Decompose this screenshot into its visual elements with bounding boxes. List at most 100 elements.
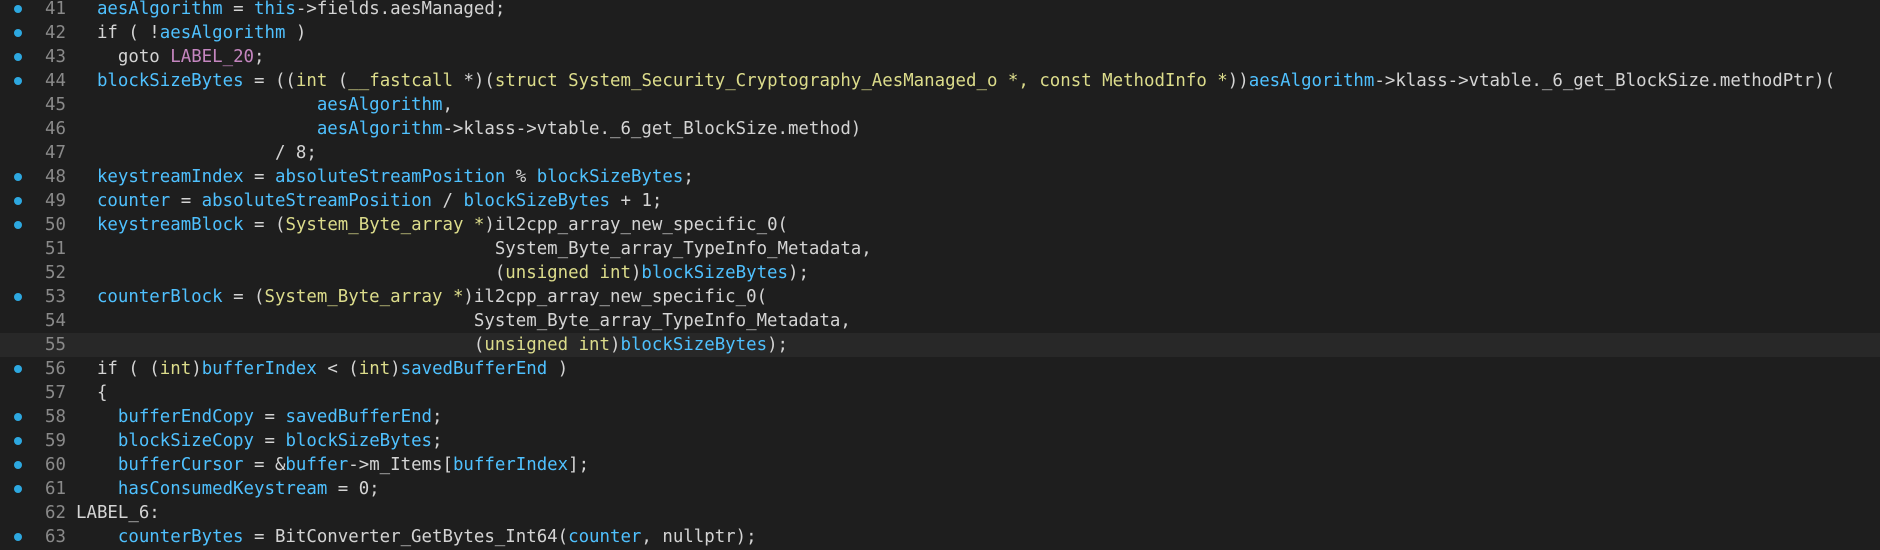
breakpoint-dot-icon[interactable] [14,461,22,469]
line-gutter[interactable]: 62 [0,501,70,525]
line-gutter[interactable]: 56 [0,357,70,381]
line-gutter[interactable]: 53 [0,285,70,309]
line-gutter[interactable]: 48 [0,165,70,189]
code-text[interactable]: goto LABEL_20; [76,45,265,69]
code-text[interactable]: if ( !aesAlgorithm ) [76,21,306,45]
code-token-var[interactable]: aesAlgorithm [317,119,443,139]
code-line[interactable]: 53 counterBlock = (System_Byte_array *)i… [0,285,1880,309]
code-token-label[interactable]: LABEL_20 [170,47,254,67]
line-gutter[interactable]: 59 [0,429,70,453]
line-gutter[interactable]: 51 [0,237,70,261]
code-line[interactable]: 45 aesAlgorithm, [0,93,1880,117]
code-token-var[interactable]: aesAlgorithm [1249,71,1375,91]
code-text[interactable]: keystreamIndex = absoluteStreamPosition … [76,165,694,189]
pseudocode-view[interactable]: 41 aesAlgorithm = this->fields.aesManage… [0,0,1880,550]
code-token-var[interactable]: bufferCursor [118,455,244,475]
code-text[interactable]: hasConsumedKeystream = 0; [76,477,380,501]
code-line[interactable]: 47 / 8; [0,141,1880,165]
code-line[interactable]: 42 if ( !aesAlgorithm ) [0,21,1880,45]
breakpoint-dot-icon[interactable] [14,485,22,493]
code-line[interactable]: 50 keystreamBlock = (System_Byte_array *… [0,213,1880,237]
code-line[interactable]: 56 if ( (int)bufferIndex < (int)savedBuf… [0,357,1880,381]
line-gutter[interactable]: 41 [0,0,70,21]
code-token-var[interactable]: absoluteStreamPosition [202,191,432,211]
code-token-var[interactable]: aesAlgorithm [160,23,286,43]
code-token-var[interactable]: bufferIndex [202,359,317,379]
breakpoint-dot-icon[interactable] [14,77,22,85]
code-token-var[interactable]: bufferIndex [453,455,568,475]
line-gutter[interactable]: 50 [0,213,70,237]
code-line[interactable]: 41 aesAlgorithm = this->fields.aesManage… [0,0,1880,21]
code-text[interactable]: { [76,381,107,405]
line-gutter[interactable]: 43 [0,45,70,69]
code-line[interactable]: 43 goto LABEL_20; [0,45,1880,69]
code-token-var[interactable]: buffer [285,455,348,475]
code-token-var[interactable]: this [254,0,296,19]
code-text[interactable]: counterBlock = (System_Byte_array *)il2c… [76,285,767,309]
code-token-var[interactable]: blockSizeBytes [620,335,767,355]
code-token-var[interactable]: counter [568,527,641,547]
line-gutter[interactable]: 63 [0,525,70,549]
code-text[interactable]: counter = absoluteStreamPosition / block… [76,189,662,213]
code-token-var[interactable]: savedBufferEnd [285,407,432,427]
line-gutter[interactable]: 55 [0,333,70,357]
line-gutter[interactable]: 61 [0,477,70,501]
code-token-var[interactable]: counterBytes [118,527,244,547]
code-token-var[interactable]: counterBlock [97,287,223,307]
code-token-var[interactable]: aesAlgorithm [317,95,443,115]
code-token-var[interactable]: keystreamIndex [97,167,244,187]
breakpoint-dot-icon[interactable] [14,533,22,541]
code-line[interactable]: 54 System_Byte_array_TypeInfo_Metadata, [0,309,1880,333]
code-text[interactable]: if ( (int)bufferIndex < (int)savedBuffer… [76,357,568,381]
code-text[interactable]: (unsigned int)blockSizeBytes); [76,333,788,357]
breakpoint-dot-icon[interactable] [14,53,22,61]
code-line[interactable]: 57 { [0,381,1880,405]
code-line[interactable]: 61 hasConsumedKeystream = 0; [0,477,1880,501]
line-gutter[interactable]: 46 [0,117,70,141]
code-text[interactable]: bufferEndCopy = savedBufferEnd; [76,405,443,429]
code-line[interactable]: 63 counterBytes = BitConverter_GetBytes_… [0,525,1880,549]
line-gutter[interactable]: 57 [0,381,70,405]
code-token-var[interactable]: blockSizeBytes [537,167,684,187]
code-text[interactable]: aesAlgorithm, [76,93,453,117]
code-token-var[interactable]: blockSizeBytes [641,263,788,283]
code-token-var[interactable]: blockSizeBytes [97,71,244,91]
code-token-var[interactable]: counter [97,191,170,211]
line-gutter[interactable]: 45 [0,93,70,117]
code-line[interactable]: 60 bufferCursor = &buffer->m_Items[buffe… [0,453,1880,477]
line-gutter[interactable]: 42 [0,21,70,45]
code-text[interactable]: aesAlgorithm = this->fields.aesManaged; [76,0,505,21]
code-line[interactable]: 58 bufferEndCopy = savedBufferEnd; [0,405,1880,429]
code-text[interactable]: keystreamBlock = (System_Byte_array *)il… [76,213,788,237]
breakpoint-dot-icon[interactable] [14,293,22,301]
code-line[interactable]: 52 (unsigned int)blockSizeBytes); [0,261,1880,285]
code-text[interactable]: System_Byte_array_TypeInfo_Metadata, [76,237,872,261]
code-text[interactable]: / 8; [76,141,317,165]
code-line[interactable]: 44 blockSizeBytes = ((int (__fastcall *)… [0,69,1880,93]
line-gutter[interactable]: 54 [0,309,70,333]
line-gutter[interactable]: 47 [0,141,70,165]
code-line[interactable]: 51 System_Byte_array_TypeInfo_Metadata, [0,237,1880,261]
breakpoint-dot-icon[interactable] [14,413,22,421]
code-text[interactable]: blockSizeBytes = ((int (__fastcall *)(st… [76,69,1835,93]
breakpoint-dot-icon[interactable] [14,29,22,37]
code-token-var[interactable]: blockSizeBytes [463,191,610,211]
breakpoint-dot-icon[interactable] [14,365,22,373]
breakpoint-dot-icon[interactable] [14,221,22,229]
line-gutter[interactable]: 44 [0,69,70,93]
line-gutter[interactable]: 58 [0,405,70,429]
code-token-var[interactable]: bufferEndCopy [118,407,254,427]
breakpoint-dot-icon[interactable] [14,437,22,445]
code-token-var[interactable]: aesAlgorithm [97,0,223,19]
code-token-var[interactable]: savedBufferEnd [401,359,548,379]
breakpoint-dot-icon[interactable] [14,197,22,205]
code-line[interactable]: 59 blockSizeCopy = blockSizeBytes; [0,429,1880,453]
code-line[interactable]: 55 (unsigned int)blockSizeBytes); [0,333,1880,357]
breakpoint-dot-icon[interactable] [14,173,22,181]
code-text[interactable]: (unsigned int)blockSizeBytes); [76,261,809,285]
code-line[interactable]: 46 aesAlgorithm->klass->vtable._6_get_Bl… [0,117,1880,141]
code-text[interactable]: aesAlgorithm->klass->vtable._6_get_Block… [76,117,861,141]
line-gutter[interactable]: 52 [0,261,70,285]
code-token-var[interactable]: blockSizeCopy [118,431,254,451]
code-token-var[interactable]: blockSizeBytes [285,431,432,451]
